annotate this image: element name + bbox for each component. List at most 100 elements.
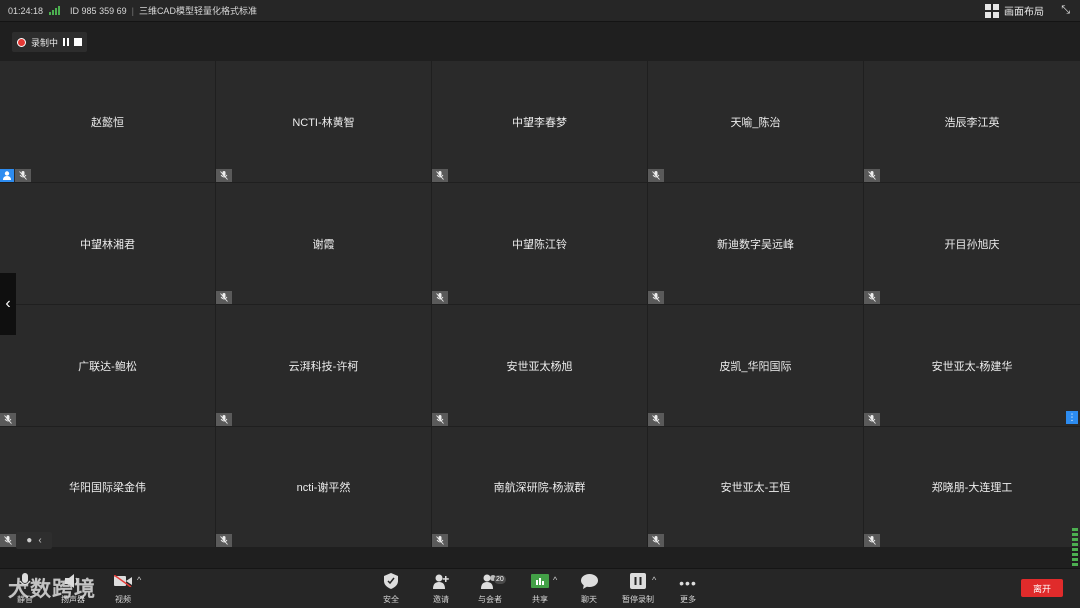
recording-options-chevron-icon[interactable]: ^: [652, 575, 656, 585]
muted-mic-icon: [648, 291, 664, 304]
participant-tile[interactable]: 浩辰李江英: [864, 61, 1080, 182]
muted-mic-icon: [864, 413, 880, 426]
video-camera-icon: [113, 574, 132, 590]
participant-tile[interactable]: 华阳国际梁金伟: [0, 427, 215, 547]
record-dot-icon: [17, 37, 26, 47]
participants-count-badge: 20: [494, 575, 506, 584]
muted-mic-icon: [432, 534, 448, 547]
participant-tile[interactable]: 中望李春梦: [432, 61, 647, 182]
pause-icon: [630, 573, 646, 592]
muted-mic-icon: [432, 169, 448, 182]
pause-recording-icon[interactable]: [63, 38, 70, 46]
exit-fullscreen-icon[interactable]: ⤡: [1061, 4, 1070, 17]
more-label: 更多: [680, 595, 696, 604]
muted-mic-icon: [648, 413, 664, 426]
share-options-chevron-icon[interactable]: ^: [553, 575, 557, 585]
muted-mic-icon: [864, 534, 880, 547]
recording-label: 录制中: [31, 37, 59, 48]
muted-mic-icon: [216, 291, 232, 304]
more-options-icon[interactable]: ⋮: [1066, 411, 1078, 424]
mute-button[interactable]: 静音: [5, 573, 45, 605]
participant-tile[interactable]: 天喻_陈治: [648, 61, 863, 182]
host-user-icon: [0, 169, 14, 182]
participant-name: 安世亚太-王恒: [720, 482, 791, 494]
more-dots-icon: •••: [679, 574, 697, 591]
participant-tile[interactable]: 安世亚太-杨建华: [864, 305, 1080, 426]
chat-icon: [580, 573, 598, 592]
stop-recording-icon[interactable]: [74, 38, 83, 46]
participant-name: 安世亚太-杨建华: [931, 360, 1013, 373]
muted-mic-icon: [0, 534, 16, 547]
muted-mic-icon: [864, 169, 880, 182]
muted-mic-icon: [432, 291, 448, 304]
more-button[interactable]: ••• 更多: [668, 573, 708, 605]
participant-tile[interactable]: 谢霞: [216, 183, 431, 304]
participant-tile[interactable]: 中望陈江铃: [432, 183, 647, 304]
add-user-icon: [433, 574, 449, 592]
muted-mic-icon: [15, 169, 31, 182]
participant-name: 云湃科技-许柯: [288, 360, 359, 373]
shield-icon: [384, 573, 398, 592]
participant-name: 皮凯_华阳国际: [719, 360, 792, 373]
participant-name: 新迪数字吴远峰: [717, 238, 794, 251]
participant-name: 赵懿恒: [91, 116, 124, 129]
leave-meeting-button[interactable]: 离开: [1021, 579, 1063, 597]
meeting-title: 三维CAD模型轻量化格式标准: [138, 6, 257, 16]
meeting-id[interactable]: ID 985 359 69: [70, 6, 127, 16]
participant-tile[interactable]: 广联达-鲍松: [0, 305, 215, 426]
participant-tile[interactable]: NCTI-林黄智: [216, 61, 431, 182]
muted-mic-icon: [432, 413, 448, 426]
security-button[interactable]: 安全: [371, 573, 411, 605]
muted-mic-icon: [216, 169, 232, 182]
participant-name: 南航深研院-杨淑群: [493, 482, 586, 494]
title-bar: 01:24:18 ID 985 359 69 | 三维CAD模型轻量化格式标准 …: [0, 0, 1080, 22]
chat-button[interactable]: 聊天: [569, 573, 609, 605]
microphone-icon: [19, 573, 31, 592]
participant-name: 广联达-鲍松: [78, 360, 137, 373]
participant-tile[interactable]: 开目孙旭庆: [864, 183, 1080, 304]
participant-tile[interactable]: ncti-谢平然: [216, 427, 431, 547]
muted-mic-icon: [216, 534, 232, 547]
participant-name: 中望李春梦: [512, 116, 567, 129]
participant-tile[interactable]: 赵懿恒: [0, 61, 215, 182]
participant-tile[interactable]: 郑晓朋-大连理工: [864, 427, 1080, 547]
mute-label: 静音: [17, 595, 33, 604]
meeting-toolbar: 大数跨境 静音 扬声器 视频 ^ 安全 邀请 20 与会者 共享 ^ 聊天 暂停…: [0, 568, 1080, 608]
participant-tile[interactable]: 皮凯_华阳国际: [648, 305, 863, 426]
invite-button[interactable]: 邀请: [421, 573, 461, 605]
participant-name: 中望林湘君: [80, 238, 135, 251]
chat-label: 聊天: [581, 595, 597, 604]
network-signal-icon[interactable]: [49, 6, 61, 15]
participant-tile[interactable]: 云湃科技-许柯: [216, 305, 431, 426]
chat-bubble-icon: ●: [26, 535, 33, 546]
speaker-button[interactable]: 扬声器: [53, 573, 93, 605]
participant-tile[interactable]: 安世亚太杨旭: [432, 305, 647, 426]
participant-tile[interactable]: 南航深研院-杨淑群: [432, 427, 647, 547]
security-label: 安全: [383, 595, 399, 604]
chat-collapse-button[interactable]: ● ‹: [16, 532, 52, 549]
participant-name: 谢霞: [312, 238, 335, 251]
participant-tile[interactable]: 中望林湘君: [0, 183, 215, 304]
pause-recording-label: 暂停录制: [622, 595, 654, 604]
invite-label: 邀请: [433, 595, 449, 604]
layout-button[interactable]: 画面布局: [985, 3, 1044, 18]
volume-level-meter: [1072, 522, 1078, 566]
participant-name: 天喻_陈治: [730, 116, 781, 129]
video-options-chevron-icon[interactable]: ^: [137, 575, 141, 585]
recording-bar: 录制中: [0, 22, 1080, 60]
muted-mic-icon: [216, 413, 232, 426]
participant-name: NCTI-林黄智: [292, 116, 355, 129]
muted-mic-icon: [648, 169, 664, 182]
participant-tile[interactable]: 安世亚太-王恒: [648, 427, 863, 547]
participant-tile[interactable]: 新迪数字吴远峰: [648, 183, 863, 304]
participant-name: ncti-谢平然: [296, 482, 351, 494]
participant-name: 中望陈江铃: [512, 238, 567, 251]
speaker-icon: [65, 574, 81, 591]
participants-button[interactable]: 20 与会者: [470, 573, 510, 605]
speaker-label: 扬声器: [61, 595, 85, 604]
participant-name: 郑晓朋-大连理工: [931, 482, 1013, 494]
participant-name: 开目孙旭庆: [944, 238, 1000, 251]
previous-page-icon[interactable]: ‹: [0, 273, 16, 335]
muted-mic-icon: [864, 291, 880, 304]
meeting-duration: 01:24:18: [8, 5, 44, 16]
